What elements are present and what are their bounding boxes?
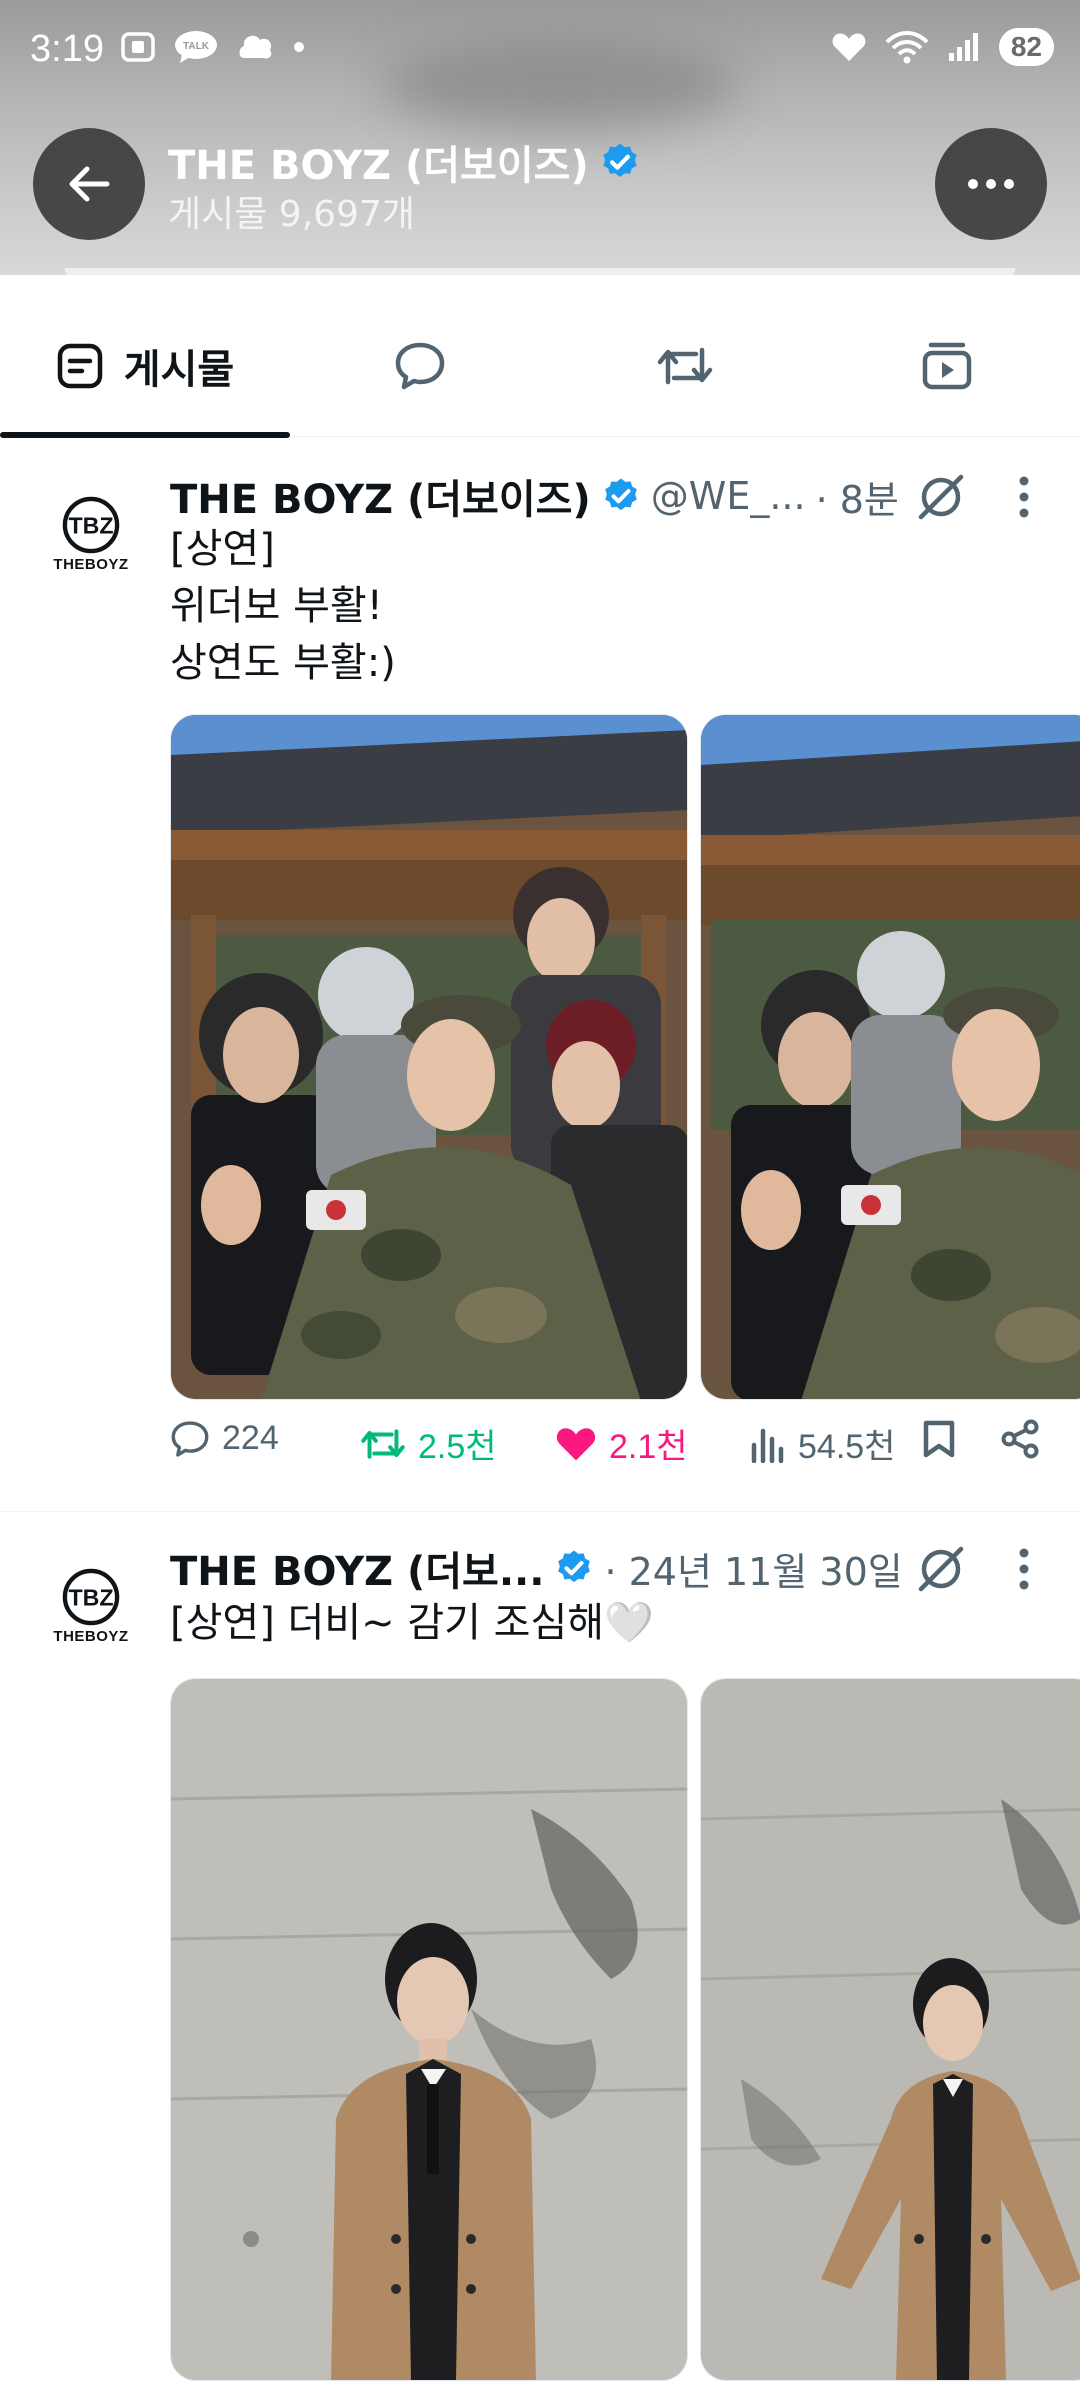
posts-icon bbox=[57, 343, 103, 389]
profile-header-banner: 3:19 TALK 82 THE BOYZ (더보이즈) 게시물 9,697개 bbox=[0, 0, 1080, 276]
status-left-icons: TALK bbox=[120, 30, 304, 64]
status-bar: 3:19 TALK 82 bbox=[0, 0, 1080, 100]
tweet[interactable]: TBZ THEBOYZ THE BOYZ (더보이즈) @WE_... · 8분… bbox=[0, 437, 1080, 1512]
tab-posts[interactable]: 게시물 bbox=[0, 295, 290, 438]
heart-filled-icon bbox=[556, 1427, 596, 1460]
kakaotalk-icon: TALK bbox=[175, 31, 217, 63]
signal-icon bbox=[948, 33, 978, 61]
verified-badge-icon bbox=[604, 478, 637, 511]
repost-button[interactable]: 2.5천 bbox=[360, 1419, 497, 1468]
tweet-text: [상연] 더비~ 감기 조심해🤍 bbox=[170, 1600, 654, 1646]
arrow-left-icon bbox=[69, 166, 110, 202]
tweet-time[interactable]: · 8분 bbox=[816, 469, 899, 524]
status-right-icons: 82 bbox=[831, 28, 1054, 66]
screenshot-icon bbox=[121, 32, 155, 62]
replies-icon bbox=[395, 342, 445, 390]
battery-indicator: 82 bbox=[998, 28, 1054, 66]
back-button[interactable] bbox=[33, 128, 145, 240]
tweet-handle[interactable]: @WE_... bbox=[651, 474, 806, 518]
more-vertical-icon[interactable] bbox=[1010, 475, 1038, 519]
the-boyz-logo-icon: TBZ bbox=[62, 496, 120, 553]
the-boyz-logo-icon: TBZ bbox=[62, 1568, 120, 1625]
avatar[interactable]: TBZ THEBOYZ bbox=[40, 483, 142, 585]
tab-replies[interactable] bbox=[350, 295, 490, 437]
share-icon bbox=[1001, 1419, 1039, 1459]
group-selfie-image bbox=[701, 715, 1080, 1399]
like-button[interactable]: 2.1천 bbox=[555, 1419, 688, 1468]
trench-coat-photo bbox=[171, 1679, 687, 2380]
repost-icon bbox=[361, 1428, 405, 1459]
threads-icon bbox=[239, 35, 272, 59]
tweet-author[interactable]: THE BOYZ (더보... bbox=[170, 1539, 544, 1597]
reply-count: 224 bbox=[222, 1419, 279, 1457]
repost-icon bbox=[657, 347, 713, 385]
avatar-wordmark: THEBOYZ bbox=[53, 555, 129, 573]
header-edge bbox=[65, 268, 1015, 276]
tweet-time[interactable]: · 24년 11월 30일 bbox=[604, 1541, 902, 1596]
heart-icon bbox=[832, 33, 866, 61]
tweet-text: [상연] 위더보 부활! 상연도 부활:) bbox=[170, 526, 396, 686]
tweet-header: THE BOYZ (더보이즈) @WE_... · 8분 bbox=[170, 467, 899, 525]
tweet-photo[interactable] bbox=[170, 714, 688, 1400]
tweet[interactable]: TBZ THEBOYZ THE BOYZ (더보... · 24년 11월 30… bbox=[0, 1513, 1080, 2381]
like-count: 2.1천 bbox=[609, 1428, 688, 1466]
more-horizontal-icon bbox=[968, 179, 1014, 189]
avatar-wordmark: THEBOYZ bbox=[53, 1627, 129, 1645]
tweet-photo[interactable] bbox=[170, 1678, 688, 2381]
views-count: 54.5천 bbox=[798, 1428, 896, 1466]
profile-name: THE BOYZ (더보이즈) bbox=[168, 143, 589, 189]
reply-button[interactable]: 224 bbox=[170, 1419, 279, 1458]
tweet-author[interactable]: THE BOYZ (더보이즈) bbox=[170, 467, 591, 525]
profile-name-row: THE BOYZ (더보이즈) bbox=[168, 133, 641, 191]
svg-text:TBZ: TBZ bbox=[68, 1584, 113, 1610]
repost-count: 2.5천 bbox=[418, 1428, 497, 1466]
trench-coat-photo bbox=[701, 1679, 1080, 2380]
bookmark-icon bbox=[923, 1420, 955, 1458]
tab-posts-label: 게시물 bbox=[123, 347, 235, 393]
media-icon bbox=[922, 342, 972, 390]
svg-text:TALK: TALK bbox=[183, 41, 210, 52]
grok-icon[interactable] bbox=[915, 471, 967, 523]
more-vertical-icon[interactable] bbox=[1010, 1547, 1038, 1591]
tweet-photo[interactable] bbox=[700, 1678, 1080, 2381]
post-count: 게시물 9,697개 bbox=[168, 194, 415, 235]
bookmark-button[interactable] bbox=[922, 1419, 956, 1459]
svg-text:TBZ: TBZ bbox=[68, 512, 113, 538]
views-button[interactable]: 54.5천 bbox=[750, 1419, 895, 1468]
wifi-icon bbox=[885, 31, 929, 64]
views-icon bbox=[751, 1428, 784, 1463]
group-selfie-image bbox=[171, 715, 687, 1399]
tweet-photo[interactable] bbox=[700, 714, 1080, 1400]
more-options-button[interactable] bbox=[935, 128, 1047, 240]
verified-badge-icon bbox=[603, 143, 637, 177]
profile-tabs: 게시물 bbox=[0, 295, 1080, 438]
grok-icon[interactable] bbox=[915, 1543, 967, 1595]
tweet-header: THE BOYZ (더보... · 24년 11월 30일 bbox=[170, 1539, 903, 1597]
notification-dot bbox=[294, 42, 304, 52]
verified-badge-icon bbox=[558, 1550, 591, 1583]
tab-media[interactable] bbox=[877, 295, 1017, 437]
reply-icon bbox=[171, 1420, 209, 1457]
avatar[interactable]: TBZ THEBOYZ bbox=[40, 1555, 142, 1657]
tab-reposts[interactable] bbox=[615, 295, 755, 437]
status-time: 3:19 bbox=[30, 28, 104, 70]
tweet-actions: 224 2.5천 2.1천 54.5천 bbox=[170, 1419, 1050, 1479]
share-button[interactable] bbox=[1000, 1419, 1040, 1459]
